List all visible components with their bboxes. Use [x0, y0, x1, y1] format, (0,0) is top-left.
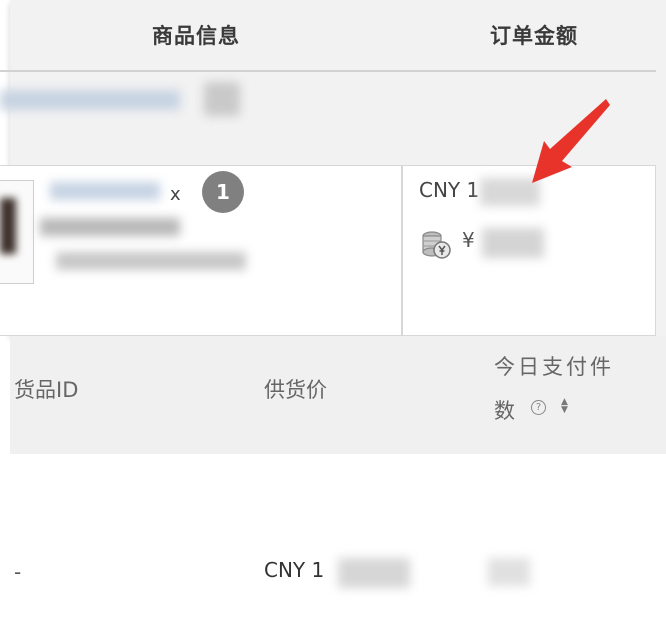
quantity-badge: 1 — [202, 171, 244, 213]
supply-price-column-header: 供货价 — [264, 378, 327, 402]
quantity-prefix: x — [170, 184, 181, 205]
order-amount-value: CNY 1 — [419, 178, 480, 202]
sort-down-icon[interactable]: ▼ — [561, 406, 568, 415]
product-info-column-header: 商品信息 — [152, 24, 240, 48]
coin-stack-icon — [422, 231, 451, 259]
today-payments-redacted — [488, 558, 530, 586]
product-thumbnail-image-redacted — [0, 198, 16, 254]
supply-price-redacted — [338, 558, 410, 588]
order-number-redacted — [0, 90, 180, 110]
product-spec-redacted — [40, 218, 180, 236]
product-name-redacted[interactable] — [50, 182, 160, 200]
today-payments-column-header-line2: 数 — [494, 399, 515, 423]
supply-price-value: CNY 1 — [264, 558, 325, 582]
goods-id-value: - — [14, 560, 22, 584]
header-divider — [0, 70, 656, 72]
rmb-amount-redacted — [482, 228, 544, 258]
question-circle-icon[interactable]: ? — [531, 400, 546, 415]
order-amount-column-header: 订单金额 — [490, 24, 578, 48]
product-sku-redacted — [56, 252, 246, 270]
today-payments-column-header: 今日支付件 — [494, 355, 614, 379]
goods-id-column-header: 货品ID — [14, 378, 79, 402]
order-action-redacted[interactable] — [204, 82, 240, 116]
red-arrow-annotation — [532, 99, 610, 183]
sort-icon[interactable]: ▲ ▼ — [561, 398, 568, 415]
rmb-amount-symbol: ¥ — [462, 228, 475, 252]
